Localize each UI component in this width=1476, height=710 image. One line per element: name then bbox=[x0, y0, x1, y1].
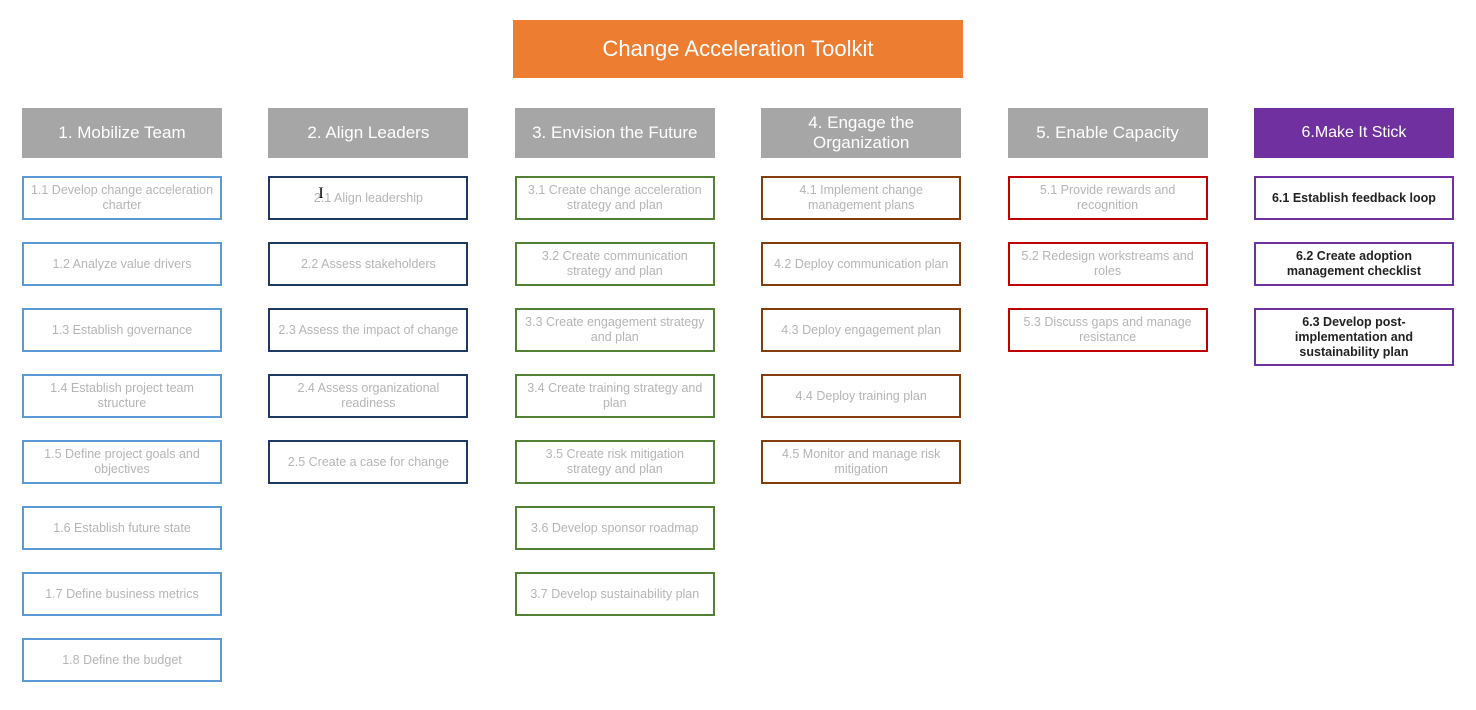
step-item-label: 1.1 Develop change acceleration charter bbox=[30, 183, 214, 213]
diagram-page: Change Acceleration Toolkit 1. Mobilize … bbox=[0, 0, 1476, 710]
step-item: 1.5 Define project goals and objectives bbox=[22, 440, 222, 484]
step-item: 2.3 Assess the impact of change bbox=[268, 308, 468, 352]
step-item-label: 6.2 Create adoption management checklist bbox=[1262, 249, 1446, 279]
step-item-label: 3.3 Create engagement strategy and plan bbox=[523, 315, 707, 345]
column-header: 3. Envision the Future bbox=[515, 108, 715, 158]
step-item-label: 1.2 Analyze value drivers bbox=[53, 257, 192, 272]
step-item-label: 3.7 Develop sustainability plan bbox=[530, 587, 699, 602]
step-item: 1.2 Analyze value drivers bbox=[22, 242, 222, 286]
title-banner: Change Acceleration Toolkit bbox=[513, 20, 963, 78]
step-item: 4.2 Deploy communication plan bbox=[761, 242, 961, 286]
step-item-label: 4.5 Monitor and manage risk mitigation bbox=[769, 447, 953, 477]
column-header: 4. Engage the Organization bbox=[761, 108, 961, 158]
step-item-label: 6.3 Develop post-implementation and sust… bbox=[1262, 315, 1446, 360]
step-item: 4.3 Deploy engagement plan bbox=[761, 308, 961, 352]
step-item-label: 5.1 Provide rewards and recognition bbox=[1016, 183, 1200, 213]
step-item-label: 2.3 Assess the impact of change bbox=[278, 323, 458, 338]
step-item: 3.1 Create change acceleration strategy … bbox=[515, 176, 715, 220]
step-item-label: 1.7 Define business metrics bbox=[45, 587, 199, 602]
column-6: 6.Make It Stick 6.1 Establish feedback lo… bbox=[1254, 108, 1454, 704]
step-item-label: 1.6 Establish future state bbox=[53, 521, 191, 536]
step-item: 2.5 Create a case for change bbox=[268, 440, 468, 484]
column-header: 6.Make It Stick bbox=[1254, 108, 1454, 158]
step-item: 4.1 Implement change management plans bbox=[761, 176, 961, 220]
step-item: 3.4 Create training strategy and plan bbox=[515, 374, 715, 418]
step-item: 4.4 Deploy training plan bbox=[761, 374, 961, 418]
step-item-label: 2.2 Assess stakeholders bbox=[301, 257, 436, 272]
step-item-label: 2.5 Create a case for change bbox=[288, 455, 449, 470]
column-header: 1. Mobilize Team bbox=[22, 108, 222, 158]
column-5: 5. Enable Capacity 5.1 Provide rewards an… bbox=[1008, 108, 1208, 704]
column-1: 1. Mobilize Team 1.1 Develop change accel… bbox=[22, 108, 222, 704]
step-item-label: 5.3 Discuss gaps and manage resistance bbox=[1016, 315, 1200, 345]
step-item-label: 1.3 Establish governance bbox=[52, 323, 192, 338]
step-item-label: 2.1 Align leadership bbox=[314, 191, 423, 206]
step-item-label: 3.2 Create communication strategy and pl… bbox=[523, 249, 707, 279]
step-item: 2.1 Align leadershipI bbox=[268, 176, 468, 220]
step-item-label: 4.3 Deploy engagement plan bbox=[781, 323, 941, 338]
column-header: 5. Enable Capacity bbox=[1008, 108, 1208, 158]
step-item: 3.7 Develop sustainability plan bbox=[515, 572, 715, 616]
step-item: 1.8 Define the budget bbox=[22, 638, 222, 682]
step-item-label: 1.5 Define project goals and objectives bbox=[30, 447, 214, 477]
step-item: 6.1 Establish feedback loop bbox=[1254, 176, 1454, 220]
step-item: 5.2 Redesign workstreams and roles bbox=[1008, 242, 1208, 286]
column-3: 3. Envision the Future 3.1 Create change … bbox=[515, 108, 715, 704]
column-4: 4. Engage the Organization 4.1 Implement … bbox=[761, 108, 961, 704]
step-item: 2.4 Assess organizational readiness bbox=[268, 374, 468, 418]
step-item-label: 4.2 Deploy communication plan bbox=[774, 257, 948, 272]
step-item: 1.3 Establish governance bbox=[22, 308, 222, 352]
step-item: 4.5 Monitor and manage risk mitigation bbox=[761, 440, 961, 484]
step-item: 5.3 Discuss gaps and manage resistance bbox=[1008, 308, 1208, 352]
step-item-label: 6.1 Establish feedback loop bbox=[1272, 191, 1436, 206]
step-item: 6.2 Create adoption management checklist bbox=[1254, 242, 1454, 286]
step-item: 1.1 Develop change acceleration charter bbox=[22, 176, 222, 220]
step-item-label: 1.4 Establish project team structure bbox=[30, 381, 214, 411]
step-item: 3.6 Develop sponsor roadmap bbox=[515, 506, 715, 550]
step-item-label: 4.1 Implement change management plans bbox=[769, 183, 953, 213]
column-2: 2. Align Leaders 2.1 Align leadershipI 2.2… bbox=[268, 108, 468, 704]
step-item: 1.7 Define business metrics bbox=[22, 572, 222, 616]
step-item: 2.2 Assess stakeholders bbox=[268, 242, 468, 286]
step-item-label: 2.4 Assess organizational readiness bbox=[276, 381, 460, 411]
step-item: 6.3 Develop post-implementation and sust… bbox=[1254, 308, 1454, 366]
step-item: 5.1 Provide rewards and recognition bbox=[1008, 176, 1208, 220]
step-item: 3.3 Create engagement strategy and plan bbox=[515, 308, 715, 352]
step-item-label: 3.6 Develop sponsor roadmap bbox=[531, 521, 698, 536]
step-item: 3.2 Create communication strategy and pl… bbox=[515, 242, 715, 286]
step-item: 3.5 Create risk mitigation strategy and … bbox=[515, 440, 715, 484]
step-item-label: 5.2 Redesign workstreams and roles bbox=[1016, 249, 1200, 279]
step-item-label: 3.1 Create change acceleration strategy … bbox=[523, 183, 707, 213]
step-item-label: 3.5 Create risk mitigation strategy and … bbox=[523, 447, 707, 477]
step-item-label: 4.4 Deploy training plan bbox=[796, 389, 927, 404]
columns-container: 1. Mobilize Team 1.1 Develop change accel… bbox=[0, 108, 1476, 704]
step-item-label: 3.4 Create training strategy and plan bbox=[523, 381, 707, 411]
column-header: 2. Align Leaders bbox=[268, 108, 468, 158]
step-item-label: 1.8 Define the budget bbox=[62, 653, 182, 668]
step-item: 1.4 Establish project team structure bbox=[22, 374, 222, 418]
step-item: 1.6 Establish future state bbox=[22, 506, 222, 550]
